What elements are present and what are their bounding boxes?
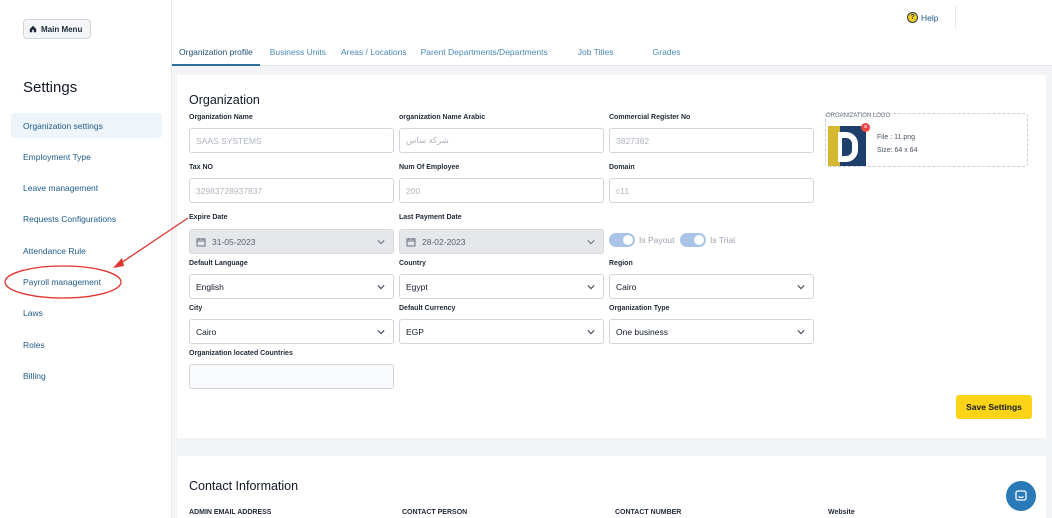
located-countries-label: Organization located Countries bbox=[189, 350, 293, 357]
sidebar-item-roles[interactable]: Roles bbox=[11, 332, 162, 357]
country-label: Country bbox=[399, 260, 426, 267]
help-icon: ? bbox=[907, 12, 918, 23]
region-select[interactable]: Cairo bbox=[609, 274, 814, 299]
main-menu-button[interactable]: Main Menu bbox=[23, 19, 91, 39]
country-select[interactable]: Egypt bbox=[399, 274, 604, 299]
default-language-label: Default Language bbox=[189, 260, 248, 267]
calendar-icon bbox=[196, 237, 206, 246]
logo-file-size: Size: 64 x 64 bbox=[877, 147, 918, 154]
contact-title: Contact Information bbox=[189, 479, 299, 493]
logo-caption: ORGANIZATION LOGO bbox=[826, 113, 891, 119]
column-website: Website bbox=[828, 509, 855, 516]
is-trial-toggle[interactable] bbox=[680, 233, 706, 247]
sidebar-item-attendance-rule[interactable]: Attendance Rule bbox=[11, 238, 162, 263]
organization-title: Organization bbox=[189, 93, 260, 107]
home-icon bbox=[29, 25, 37, 33]
tab-departments[interactable]: Parent Departments/Departments bbox=[414, 39, 555, 65]
default-currency-value: EGP bbox=[406, 326, 424, 337]
tax-no-label: Tax NO bbox=[189, 164, 213, 171]
default-language-select[interactable]: English bbox=[189, 274, 394, 299]
domain-label: Domain bbox=[609, 164, 635, 171]
num-employee-label: Num Of Employee bbox=[399, 164, 460, 171]
commercial-register-field[interactable]: 3827382 bbox=[609, 128, 814, 153]
content-area: Organization Organization Name SAAS SYST… bbox=[172, 66, 1052, 518]
chevron-down-icon bbox=[587, 330, 595, 335]
chat-button[interactable] bbox=[1006, 481, 1036, 511]
expire-date-value: 31-05-2023 bbox=[212, 236, 256, 247]
help-label: Help bbox=[921, 12, 939, 23]
is-trial-toggle-group: Is Trial bbox=[680, 233, 735, 247]
default-language-value: English bbox=[196, 281, 224, 292]
city-select[interactable]: Cairo bbox=[189, 319, 394, 344]
column-contact-number: CONTACT NUMBER bbox=[615, 509, 682, 516]
sidebar-item-requests-configurations[interactable]: Requests Configurations bbox=[11, 207, 162, 232]
located-countries-field[interactable] bbox=[189, 364, 394, 389]
calendar-icon bbox=[406, 237, 416, 246]
chevron-down-icon bbox=[587, 285, 595, 290]
tabs: Organization profile Business Units Area… bbox=[172, 39, 688, 66]
logo-file-name: File : 11.png bbox=[877, 134, 916, 141]
sidebar-item-organization-settings[interactable]: Organization settings bbox=[11, 113, 162, 138]
organization-type-select[interactable]: One business bbox=[609, 319, 814, 344]
default-currency-label: Default Currency bbox=[399, 305, 456, 312]
is-trial-label: Is Trial bbox=[710, 235, 736, 245]
organization-card: Organization Organization Name SAAS SYST… bbox=[177, 75, 1046, 438]
org-name-arabic-label: organization Name Arabic bbox=[399, 114, 486, 121]
remove-logo-icon[interactable]: × bbox=[861, 123, 870, 132]
tab-business-units[interactable]: Business Units bbox=[263, 39, 333, 65]
divider bbox=[955, 6, 956, 28]
save-settings-button[interactable]: Save Settings bbox=[956, 395, 1032, 419]
chat-icon bbox=[1015, 490, 1027, 501]
num-employee-field[interactable]: 200 bbox=[399, 178, 604, 203]
commercial-register-label: Commercial Register No bbox=[609, 114, 691, 121]
contact-card: Contact Information ADMIN EMAIL ADDRESS … bbox=[177, 456, 1046, 518]
default-currency-select[interactable]: EGP bbox=[399, 319, 604, 344]
tab-grades[interactable]: Grades bbox=[646, 39, 688, 65]
region-value: Cairo bbox=[616, 281, 637, 292]
is-payout-label: Is Payout bbox=[639, 235, 675, 245]
org-name-label: Organization Name bbox=[189, 114, 253, 121]
help-link[interactable]: ? Help bbox=[907, 12, 938, 23]
domain-field[interactable]: c11 bbox=[609, 178, 814, 203]
organization-logo-uploader[interactable]: ORGANIZATION LOGO × File : 11.png Size: … bbox=[825, 113, 1028, 167]
column-contact-person: CONTACT PERSON bbox=[402, 509, 468, 516]
last-payment-date-field[interactable]: 28-02-2023 bbox=[399, 229, 604, 254]
chevron-down-icon bbox=[377, 240, 385, 245]
city-label: City bbox=[189, 305, 203, 312]
sidebar-item-laws[interactable]: Laws bbox=[11, 301, 162, 326]
org-name-arabic-field[interactable]: شركة ساس bbox=[399, 128, 604, 153]
tab-organization-profile[interactable]: Organization profile bbox=[172, 39, 260, 66]
settings-nav: Organization settings Employment Type Le… bbox=[11, 113, 162, 395]
app-root: Main Menu Settings Organization settings… bbox=[0, 0, 1052, 518]
chevron-down-icon bbox=[587, 240, 595, 245]
chevron-down-icon bbox=[797, 285, 805, 290]
chevron-down-icon bbox=[377, 285, 385, 290]
org-name-field[interactable]: SAAS SYSTEMS bbox=[189, 128, 394, 153]
chevron-down-icon bbox=[377, 330, 385, 335]
tab-job-titles[interactable]: Job Titles bbox=[571, 39, 621, 65]
is-payout-toggle[interactable] bbox=[609, 233, 635, 247]
last-payment-date-value: 28-02-2023 bbox=[422, 236, 466, 247]
sidebar-item-employment-type[interactable]: Employment Type bbox=[11, 144, 162, 169]
settings-title: Settings bbox=[23, 79, 78, 96]
sidebar: Main Menu Settings Organization settings… bbox=[0, 0, 172, 518]
organization-type-value: One business bbox=[616, 326, 668, 337]
sidebar-item-leave-management[interactable]: Leave management bbox=[11, 176, 162, 201]
expire-date-label: Expire Date bbox=[189, 214, 228, 221]
last-payment-date-label: Last Payment Date bbox=[399, 214, 462, 221]
is-payout-toggle-group: Is Payout bbox=[609, 233, 674, 247]
organization-type-label: Organization Type bbox=[609, 305, 670, 312]
country-value: Egypt bbox=[406, 281, 428, 292]
main-menu-label: Main Menu bbox=[41, 24, 83, 34]
tab-areas-locations[interactable]: Areas / Locations bbox=[334, 39, 414, 65]
city-value: Cairo bbox=[196, 326, 217, 337]
sidebar-item-payroll-management[interactable]: Payroll management bbox=[11, 269, 162, 294]
expire-date-field[interactable]: 31-05-2023 bbox=[189, 229, 394, 254]
sidebar-item-billing[interactable]: Billing bbox=[11, 363, 162, 388]
column-admin-email: ADMIN EMAIL ADDRESS bbox=[189, 509, 272, 516]
tax-no-field[interactable]: 32983728937837 bbox=[189, 178, 394, 203]
region-label: Region bbox=[609, 260, 633, 267]
logo-thumbnail bbox=[828, 126, 866, 166]
chevron-down-icon bbox=[797, 330, 805, 335]
